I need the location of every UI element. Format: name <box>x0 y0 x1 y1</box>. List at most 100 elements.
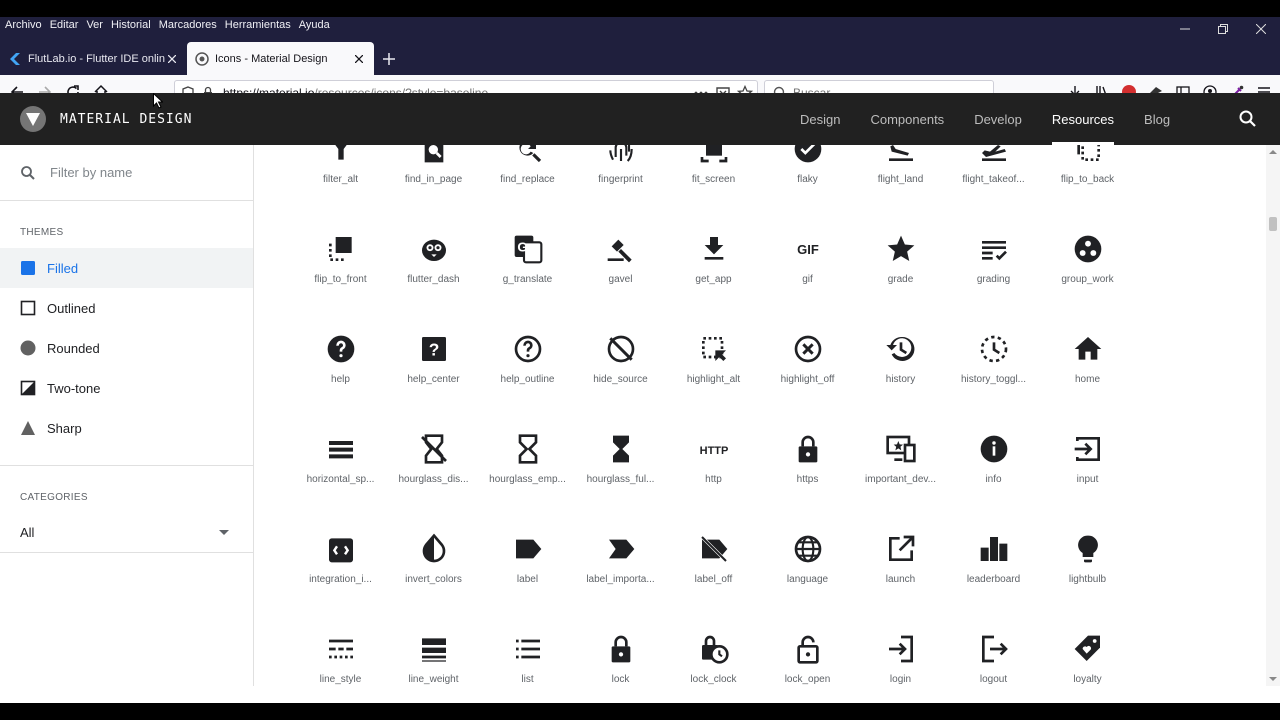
icon-tile[interactable]: grading <box>947 233 1040 285</box>
svg-text:GIF: GIF <box>797 242 819 257</box>
icon-tile[interactable]: group_work <box>1041 233 1134 285</box>
icon-label: flight_takeof... <box>962 174 1025 185</box>
icon-tile[interactable]: fingerprint <box>574 145 667 185</box>
icon-tile[interactable]: input <box>1041 433 1134 485</box>
icon-tile[interactable]: hourglass_emp... <box>481 433 574 485</box>
icon-tile[interactable]: language <box>761 533 854 585</box>
icon-tile[interactable]: invert_colors <box>387 533 480 585</box>
icon-tile[interactable]: launch <box>854 533 947 585</box>
site-search-icon[interactable] <box>1238 109 1258 129</box>
icon-label: hourglass_ful... <box>586 474 655 485</box>
theme-sharp[interactable]: Sharp <box>0 408 253 448</box>
icon-label: help <box>331 374 350 385</box>
scroll-up-icon[interactable] <box>1266 147 1280 157</box>
icon-label: flip_to_front <box>314 274 367 285</box>
close-tab-icon[interactable] <box>352 52 366 66</box>
category-select[interactable]: All <box>0 513 253 553</box>
icon-tile[interactable]: flight_land <box>854 145 947 185</box>
icon-tile[interactable]: flip_to_front <box>294 233 387 285</box>
icon-tile[interactable]: lightbulb <box>1041 533 1134 585</box>
icon-tile[interactable]: highlight_off <box>761 333 854 385</box>
nav-develop[interactable]: Develop <box>974 93 1022 145</box>
theme-rounded[interactable]: Rounded <box>0 328 253 368</box>
page-scrollbar[interactable] <box>1266 145 1280 686</box>
icon-tile[interactable]: flip_to_back <box>1041 145 1134 185</box>
theme-outlined[interactable]: Outlined <box>0 288 253 328</box>
icon-tile[interactable]: leaderboard <box>947 533 1040 585</box>
icon-tile[interactable]: history_toggl... <box>947 333 1040 385</box>
icon-tile[interactable]: get_app <box>667 233 760 285</box>
icon-tile[interactable]: label <box>481 533 574 585</box>
icon-tile[interactable]: lock_clock <box>667 633 760 685</box>
icon-tile[interactable]: filter_alt <box>294 145 387 185</box>
icon-tile[interactable]: loyalty <box>1041 633 1134 685</box>
icon-tile[interactable]: logout <box>947 633 1040 685</box>
icon-tile[interactable]: ? help_center <box>387 333 480 385</box>
restore-button[interactable] <box>1204 17 1242 41</box>
icon-tile[interactable]: info <box>947 433 1040 485</box>
icon-tile[interactable]: line_style <box>294 633 387 685</box>
icon-tile[interactable]: find_in_page <box>387 145 480 185</box>
site-title[interactable]: MATERIAL DESIGN <box>60 112 192 127</box>
icon-tile[interactable]: gavel <box>574 233 667 285</box>
material-logo-icon[interactable] <box>20 106 46 132</box>
icon-grid: filter_alt find_in_page find_replace finger… <box>255 145 1266 686</box>
icon-tile[interactable]: help <box>294 333 387 385</box>
filter-input[interactable]: Filter by name <box>0 145 253 201</box>
minimize-button[interactable] <box>1166 17 1204 41</box>
menu-archivo[interactable]: Archivo <box>5 17 42 34</box>
icon-tile[interactable]: flight_takeof... <box>947 145 1040 185</box>
filter-alt-icon <box>334 145 347 160</box>
theme-label: Filled <box>47 260 79 276</box>
icon-tile[interactable]: list <box>481 633 574 685</box>
gavel-icon <box>607 239 632 263</box>
icon-tile[interactable]: fit_screen <box>667 145 760 185</box>
nav-resources[interactable]: Resources <box>1051 93 1115 145</box>
icon-tile[interactable]: hourglass_ful... <box>574 433 667 485</box>
icon-tile[interactable]: history <box>854 333 947 385</box>
icon-tile[interactable]: horizontal_sp... <box>294 433 387 485</box>
icon-tile[interactable]: help_outline <box>481 333 574 385</box>
icon-tile[interactable]: line_weight <box>387 633 480 685</box>
icon-tile[interactable]: find_replace <box>481 145 574 185</box>
icon-tile[interactable]: label_off <box>667 533 760 585</box>
menu-ayuda[interactable]: Ayuda <box>299 17 330 34</box>
nav-design[interactable]: Design <box>800 93 840 145</box>
close-tab-icon[interactable] <box>165 52 179 66</box>
icon-tile[interactable]: highlight_alt <box>667 333 760 385</box>
icon-tile[interactable]: HTTP http <box>667 433 760 485</box>
menu-editar[interactable]: Editar <box>50 17 79 34</box>
icon-tile[interactable]: hourglass_dis... <box>387 433 480 485</box>
menu-bar: Archivo Editar Ver Historial Marcadores … <box>0 17 338 34</box>
menu-ver[interactable]: Ver <box>86 17 103 34</box>
icon-tile[interactable]: home <box>1041 333 1134 385</box>
icon-tile[interactable]: Gg_translate <box>481 233 574 285</box>
menu-marcadores[interactable]: Marcadores <box>159 17 217 34</box>
icon-tile[interactable]: flutter_dash <box>387 233 480 285</box>
scroll-down-icon[interactable] <box>1266 674 1280 684</box>
new-tab-button[interactable] <box>374 43 404 75</box>
icon-tile[interactable]: important_dev... <box>854 433 947 485</box>
menu-historial[interactable]: Historial <box>111 17 151 34</box>
tab-icons-material[interactable]: Icons - Material Design <box>187 42 374 75</box>
icon-tile[interactable]: integration_i... <box>294 533 387 585</box>
tab-flutlab[interactable]: FlutLab.io - Flutter IDE online <box>0 43 187 75</box>
icon-tile[interactable]: lock_open <box>761 633 854 685</box>
theme-two-tone[interactable]: Two-tone <box>0 368 253 408</box>
icon-label: g_translate <box>502 274 553 285</box>
icon-tile[interactable]: grade <box>854 233 947 285</box>
nav-blog[interactable]: Blog <box>1144 93 1170 145</box>
close-window-button[interactable] <box>1242 17 1280 41</box>
icon-tile[interactable]: GIF gif <box>761 233 854 285</box>
icon-tile[interactable]: hide_source <box>574 333 667 385</box>
menu-herramientas[interactable]: Herramientas <box>225 17 291 34</box>
icon-tile[interactable]: flaky <box>761 145 854 185</box>
theme-filled[interactable]: Filled <box>0 248 253 288</box>
icon-tile[interactable]: label_importa... <box>574 533 667 585</box>
find-in-page-icon <box>424 145 443 163</box>
icon-tile[interactable]: lock <box>574 633 667 685</box>
nav-components[interactable]: Components <box>870 93 944 145</box>
icon-tile[interactable]: https <box>761 433 854 485</box>
icon-tile[interactable]: login <box>854 633 947 685</box>
scroll-thumb[interactable] <box>1269 217 1277 231</box>
